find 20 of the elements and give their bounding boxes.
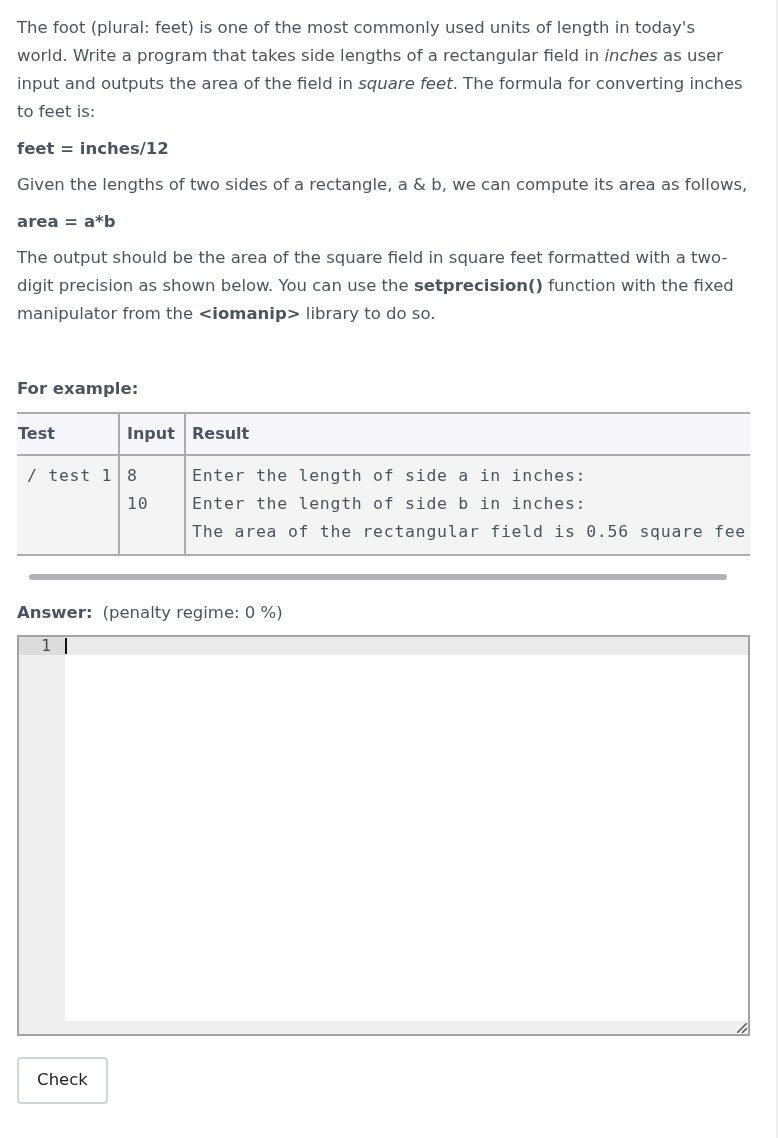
text-cursor-icon: [65, 638, 67, 654]
section-heading: For example:: [17, 378, 140, 400]
problem-paragraph: The output should be the area of the square field in square feet formatted with a two-digit precision as shown below. You can use the setprecision() function with the fixed manipulator from the <iomanip> library to do so.: [17, 247, 735, 325]
penalty-note: (penalty regime: 0 %): [102, 601, 283, 624]
formula: feet = inches/12: [17, 138, 170, 160]
column-header: Test: [17, 423, 56, 445]
table-cell: Enter the length of side a in inches: Enter the length of side b in inches: The area of the rectangular field is 0.56 square fee: [184, 456, 750, 554]
check-button[interactable]: Check: [17, 1057, 108, 1104]
problem-paragraph: The foot (plural: feet) is one of the most commonly used units of length in today's world. Write a program that takes side lengths of a rectangular field in inches as user input and outputs the area of the field in square feet. The formula for converting inches to feet is:: [17, 17, 744, 123]
formula: area = a*b: [17, 211, 117, 233]
problem-paragraph: Given the lengths of two sides of a rectangle, a & b, we can compute its area as follows,: [17, 174, 748, 196]
answer-label: Answer:: [17, 601, 93, 624]
resize-handle-icon[interactable]: [737, 1023, 747, 1033]
table-cell: 8 10: [118, 456, 184, 554]
line-number: 1: [19, 637, 65, 655]
column-header: Input: [118, 414, 184, 454]
code-editor[interactable]: 1: [17, 635, 750, 1036]
table-cell-text: / test 1: [26, 465, 114, 487]
horizontal-scrollbar[interactable]: [29, 574, 727, 580]
column-header: Result: [184, 414, 750, 454]
